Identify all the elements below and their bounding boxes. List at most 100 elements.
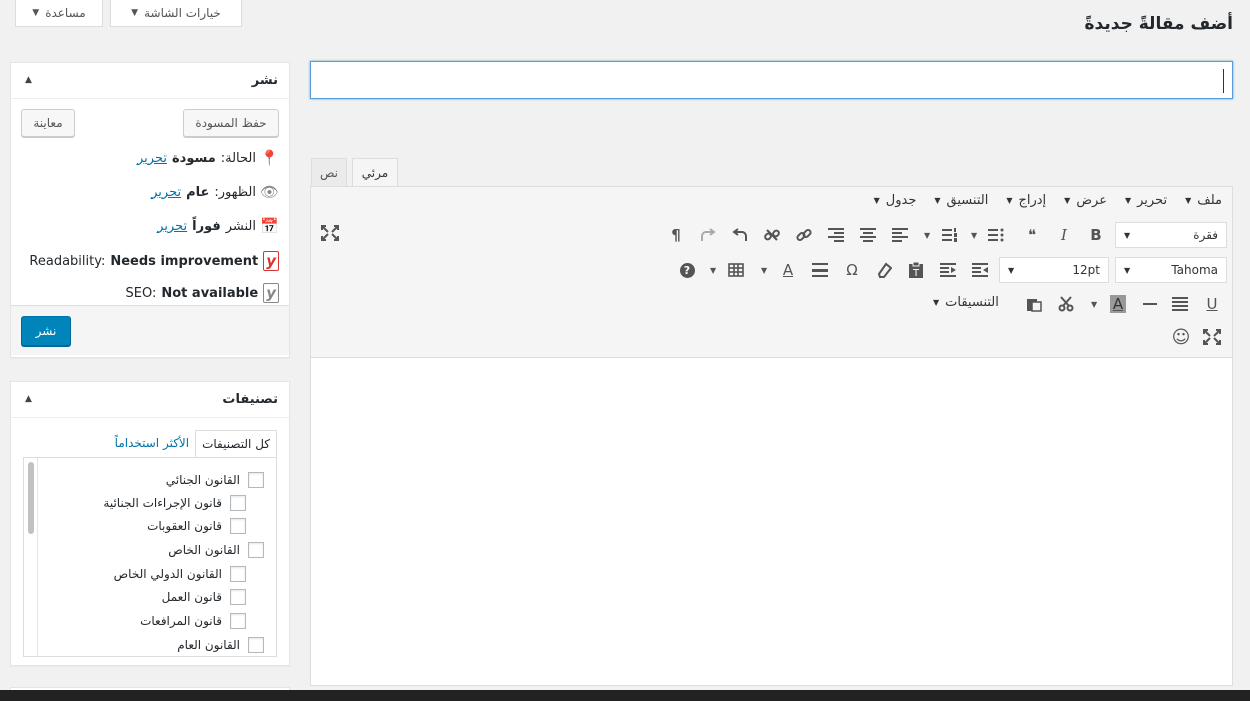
category-checkbox[interactable] bbox=[248, 637, 264, 653]
font-family-select[interactable]: Tahoma ▼ bbox=[1115, 257, 1227, 283]
help-icon[interactable]: ? bbox=[674, 257, 700, 283]
edit-schedule-link[interactable]: تحرير bbox=[157, 219, 187, 234]
category-checkbox[interactable] bbox=[248, 472, 264, 488]
redo-button[interactable] bbox=[695, 222, 721, 248]
category-checkbox[interactable] bbox=[230, 566, 246, 582]
paragraph-format-select[interactable]: فقرة ▼ bbox=[1115, 222, 1227, 248]
yoast-readability-icon: y bbox=[263, 251, 279, 271]
font-size-select[interactable]: 12pt ▼ bbox=[999, 257, 1109, 283]
caret-down-icon: ▼ bbox=[873, 196, 880, 205]
category-checkbox[interactable] bbox=[230, 518, 246, 534]
preview-button[interactable]: معاينة bbox=[21, 109, 75, 137]
category-item[interactable]: قانون العمل bbox=[162, 589, 246, 605]
yoast-seo-icon: y bbox=[263, 283, 279, 303]
background-color-button[interactable]: A bbox=[1105, 291, 1131, 317]
align-right-button[interactable] bbox=[823, 222, 849, 248]
collapse-arrow-icon[interactable]: ▲ bbox=[25, 75, 32, 85]
paste-as-text-button[interactable]: T bbox=[903, 257, 929, 283]
tab-visual[interactable]: مرئي bbox=[352, 158, 398, 187]
edit-visibility-link[interactable]: تحرير bbox=[151, 185, 181, 200]
fullscreen-button[interactable] bbox=[317, 220, 343, 246]
category-checkbox[interactable] bbox=[230, 613, 246, 629]
special-character-button[interactable]: Ω bbox=[839, 257, 865, 283]
publish-actions: نشر bbox=[11, 305, 289, 355]
menu-insert[interactable]: إدراج ▼ bbox=[1006, 193, 1046, 208]
numbered-list-button[interactable] bbox=[937, 222, 963, 248]
readability-label: Readability: bbox=[29, 253, 106, 269]
category-item[interactable]: قانون المرافعات bbox=[140, 613, 246, 629]
menu-view[interactable]: عرض ▼ bbox=[1064, 193, 1107, 208]
text-color-dropdown-icon[interactable]: ▼ bbox=[761, 266, 767, 275]
screen-options-button[interactable]: خيارات الشاشة ▼ bbox=[110, 0, 242, 27]
horizontal-line-button[interactable] bbox=[807, 257, 833, 283]
horizontal-line-icon bbox=[812, 263, 828, 277]
readability-row: Readability: Needs improvement y bbox=[29, 251, 279, 271]
paragraph-direction-button[interactable]: ¶ bbox=[663, 222, 689, 248]
align-left-icon bbox=[892, 228, 908, 242]
insert-table-button[interactable] bbox=[723, 257, 749, 283]
menu-table[interactable]: جدول ▼ bbox=[874, 193, 917, 208]
caret-down-icon: ▼ bbox=[1124, 196, 1132, 205]
category-item[interactable]: القانون العام bbox=[177, 637, 264, 653]
collapse-arrow-icon[interactable]: ▲ bbox=[25, 394, 32, 404]
horizontal-rule-button[interactable] bbox=[1137, 291, 1163, 317]
undo-button[interactable] bbox=[727, 222, 753, 248]
increase-indent-button[interactable] bbox=[967, 257, 993, 283]
clipboard-icon bbox=[1027, 299, 1042, 312]
numbered-list-dropdown-icon[interactable]: ▼ bbox=[924, 231, 930, 240]
align-center-button[interactable] bbox=[855, 222, 881, 248]
category-checkbox[interactable] bbox=[248, 542, 264, 558]
text-color-button[interactable]: A bbox=[775, 257, 801, 283]
publish-button[interactable]: نشر bbox=[21, 316, 71, 346]
categories-box-header[interactable]: تصنيفات ▲ bbox=[11, 382, 289, 418]
menu-format[interactable]: التنسيق ▼ bbox=[934, 193, 988, 208]
schedule-value: فوراً bbox=[192, 218, 221, 234]
scrollbar-thumb[interactable] bbox=[28, 462, 34, 534]
publish-box-header[interactable]: نشر ▲ bbox=[11, 63, 289, 99]
tab-most-used[interactable]: الأكثر استخداماً bbox=[109, 430, 195, 458]
insert-link-button[interactable] bbox=[791, 222, 817, 248]
category-checkbox[interactable] bbox=[230, 495, 246, 511]
save-draft-button[interactable]: حفظ المسودة bbox=[183, 109, 279, 137]
menu-label: جدول bbox=[885, 193, 917, 208]
eye-icon: 👁 bbox=[259, 183, 279, 201]
paste-button[interactable] bbox=[1021, 291, 1047, 317]
justify-icon bbox=[1172, 297, 1188, 311]
justify-button[interactable] bbox=[1167, 291, 1193, 317]
table-dropdown-icon[interactable]: ▼ bbox=[710, 266, 716, 275]
category-item[interactable]: القانون الدولي الخاص bbox=[114, 566, 246, 582]
italic-button[interactable]: I bbox=[1051, 222, 1077, 248]
scrollbar[interactable] bbox=[24, 458, 38, 656]
emoji-button[interactable]: ☺ bbox=[1168, 324, 1194, 350]
seo-row: SEO: Not available y bbox=[126, 283, 279, 303]
cut-button[interactable] bbox=[1053, 291, 1079, 317]
menu-edit[interactable]: تحرير ▼ bbox=[1125, 193, 1167, 208]
edit-status-link[interactable]: تحرير bbox=[137, 151, 167, 166]
post-title-input[interactable] bbox=[310, 61, 1233, 99]
underline-button[interactable]: U bbox=[1199, 291, 1225, 317]
category-checkbox[interactable] bbox=[230, 589, 246, 605]
unlink-button[interactable] bbox=[759, 222, 785, 248]
blockquote-button[interactable]: ❝ bbox=[1019, 222, 1045, 248]
post-editor: ملف ▼ تحرير ▼ عرض ▼ إدراج ▼ التنسيق ▼ جدول ▼ ف… bbox=[310, 186, 1233, 686]
bullet-list-dropdown-icon[interactable]: ▼ bbox=[971, 231, 977, 240]
bold-button[interactable]: B bbox=[1083, 222, 1109, 248]
menu-file[interactable]: ملف ▼ bbox=[1185, 193, 1222, 208]
tab-all-categories[interactable]: كل التصنيفات bbox=[195, 430, 277, 458]
fullscreen-toggle-button[interactable] bbox=[1199, 324, 1225, 350]
tab-text[interactable]: نص bbox=[311, 158, 347, 187]
formats-label: التنسيقات bbox=[945, 295, 999, 310]
category-item[interactable]: القانون الخاص bbox=[168, 542, 264, 558]
help-button[interactable]: مساعدة ▼ bbox=[15, 0, 103, 27]
decrease-indent-button[interactable] bbox=[935, 257, 961, 283]
category-item[interactable]: القانون الجنائي bbox=[166, 472, 264, 488]
background-color-dropdown-icon[interactable]: ▼ bbox=[1091, 300, 1097, 309]
editor-content-area[interactable] bbox=[311, 358, 1232, 685]
formats-dropdown[interactable]: التنسيقات ▼ bbox=[933, 295, 999, 310]
clear-formatting-button[interactable] bbox=[871, 257, 897, 283]
caret-down-icon: ▼ bbox=[1008, 265, 1015, 275]
category-item[interactable]: قانون العقوبات bbox=[147, 518, 246, 534]
category-item[interactable]: قانون الإجراءات الجنائية bbox=[103, 495, 246, 511]
align-left-button[interactable] bbox=[887, 222, 913, 248]
bullet-list-button[interactable] bbox=[983, 222, 1009, 248]
